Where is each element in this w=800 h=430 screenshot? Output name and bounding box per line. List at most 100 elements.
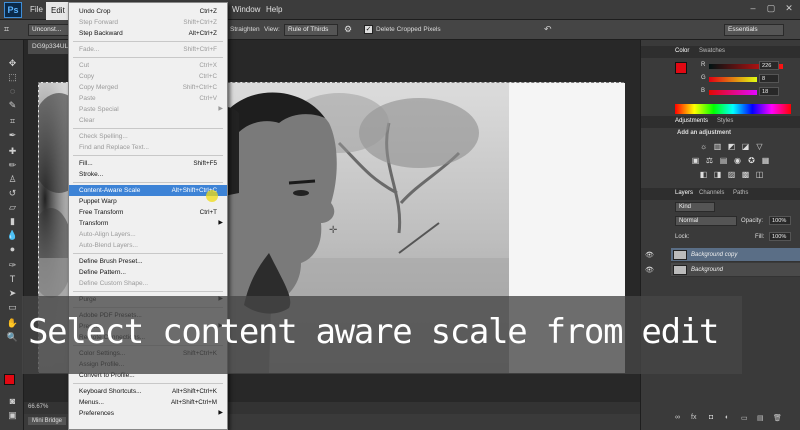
color-balance-icon[interactable]: ⚖ [705, 156, 714, 165]
edit-menu-item[interactable]: Find and Replace Text... [69, 142, 227, 153]
blend-mode-select[interactable]: Normal [675, 216, 737, 226]
menu-file[interactable]: File [30, 5, 43, 14]
edit-menu-item[interactable]: Auto-Blend Layers... [69, 240, 227, 251]
layer-style-icon[interactable]: fx [691, 414, 696, 421]
layer-row[interactable]: 👁 Background [645, 263, 800, 277]
photo-filter-icon[interactable]: ◉ [733, 156, 742, 165]
black-white-icon[interactable]: ▤ [719, 156, 728, 165]
edit-menu-item[interactable]: Copy Ctrl+C [69, 71, 227, 82]
eye-icon[interactable]: 👁 [645, 251, 654, 259]
edit-menu-item[interactable]: Auto-Align Layers... [69, 229, 227, 240]
dodge-tool-icon[interactable]: ● [6, 244, 19, 255]
brush-tool-icon[interactable]: ✏ [6, 160, 19, 171]
layer-filter-select[interactable]: Kind [675, 202, 715, 212]
edit-menu-item[interactable]: Paste Special ▶ [69, 104, 227, 115]
ratio-select[interactable]: Unconst... [28, 24, 70, 36]
history-brush-tool-icon[interactable]: ↺ [6, 188, 19, 199]
mini-bridge-tab[interactable]: Mini Bridge [28, 417, 67, 425]
tab-color[interactable]: Color [675, 48, 689, 54]
menu-window[interactable]: Window [232, 5, 260, 14]
invert-icon[interactable]: ◧ [699, 170, 708, 179]
edit-menu-item[interactable]: Menus... Alt+Shift+Ctrl+M [69, 397, 227, 408]
zoom-level[interactable]: 66.67% [28, 404, 48, 410]
layer-mask-icon[interactable]: ◘ [709, 414, 713, 421]
brightness-icon[interactable]: ☼ [699, 142, 708, 151]
edit-menu-item[interactable]: Step Backward Alt+Ctrl+Z [69, 28, 227, 39]
minimize-window-button[interactable]: – [744, 3, 762, 16]
foreground-color-swatch[interactable] [4, 374, 15, 385]
crop-tool-preset-icon[interactable]: ⌗ [4, 24, 18, 36]
channel-g-value[interactable]: 8 [759, 74, 779, 83]
edit-menu-item[interactable]: Check Spelling... [69, 131, 227, 142]
edit-menu-item[interactable]: Paste Ctrl+V [69, 93, 227, 104]
eye-icon[interactable]: 👁 [645, 266, 654, 274]
edit-menu-item[interactable]: Stroke... [69, 169, 227, 180]
opacity-value[interactable]: 100% [769, 216, 791, 225]
posterize-icon[interactable]: ◨ [713, 170, 722, 179]
channel-g-slider[interactable] [709, 77, 757, 82]
reset-icon[interactable]: ↶ [544, 24, 556, 36]
channel-b-value[interactable]: 18 [759, 87, 779, 96]
quick-mask-icon[interactable]: ◙ [6, 396, 19, 407]
gear-icon[interactable]: ⚙ [344, 24, 355, 35]
pen-tool-icon[interactable]: ✑ [6, 260, 19, 271]
new-group-icon[interactable]: ▭ [741, 414, 748, 422]
close-window-button[interactable]: ✕ [780, 3, 798, 16]
workspace-select[interactable]: Essentials [724, 24, 784, 36]
eraser-tool-icon[interactable]: ▱ [6, 202, 19, 213]
view-select[interactable]: Rule of Thirds [284, 24, 338, 36]
link-layers-icon[interactable]: ∞ [675, 414, 680, 421]
shape-tool-icon[interactable]: ▭ [6, 302, 19, 313]
layer-row[interactable]: 👁 Background copy [645, 248, 800, 262]
edit-menu-item[interactable]: Undo Crop Ctrl+Z [69, 6, 227, 17]
marquee-tool-icon[interactable]: ⬚ [6, 72, 19, 83]
edit-menu-item[interactable]: Fade... Shift+Ctrl+F [69, 44, 227, 55]
vibrance-icon[interactable]: ▽ [755, 142, 764, 151]
trash-icon[interactable]: 🗑 [773, 414, 782, 422]
edit-menu-item[interactable]: Define Brush Preset... [69, 256, 227, 267]
edit-menu-item[interactable]: Clear [69, 115, 227, 126]
menu-help[interactable]: Help [266, 5, 282, 14]
type-tool-icon[interactable]: T [6, 274, 19, 285]
tab-styles[interactable]: Styles [717, 118, 733, 124]
hue-saturation-icon[interactable]: ▣ [691, 156, 700, 165]
edit-menu-item[interactable]: Step Forward Shift+Ctrl+Z [69, 17, 227, 28]
zoom-tool-icon[interactable]: 🔍 [6, 332, 19, 343]
gradient-map-icon[interactable]: ▩ [741, 170, 750, 179]
adjustment-layer-icon[interactable]: ◐ [725, 414, 729, 421]
edit-menu-item[interactable]: Keyboard Shortcuts... Alt+Shift+Ctrl+K [69, 386, 227, 397]
edit-menu-item[interactable]: Free Transform Ctrl+T [69, 207, 227, 218]
exposure-icon[interactable]: ◪ [741, 142, 750, 151]
tab-paths[interactable]: Paths [733, 190, 748, 196]
edit-menu-item[interactable]: Copy Merged Shift+Ctrl+C [69, 82, 227, 93]
maximize-window-button[interactable]: ▢ [762, 3, 780, 16]
fill-value[interactable]: 100% [769, 232, 791, 241]
new-layer-icon[interactable]: ▤ [757, 414, 764, 422]
stamp-tool-icon[interactable]: ♙ [6, 174, 19, 185]
threshold-icon[interactable]: ▨ [727, 170, 736, 179]
foreground-color-swatch-panel[interactable] [675, 62, 687, 74]
hand-tool-icon[interactable]: ✋ [6, 318, 19, 329]
tab-layers[interactable]: Layers [675, 190, 693, 196]
edit-menu-item[interactable]: Content-Aware Scale Alt+Shift+Ctrl+C [69, 185, 227, 196]
path-select-tool-icon[interactable]: ➤ [6, 288, 19, 299]
edit-menu-item[interactable]: Transform ▶ [69, 218, 227, 229]
delete-cropped-checkbox[interactable]: ✓ [364, 25, 373, 34]
eyedropper-tool-icon[interactable]: ✒ [6, 130, 19, 141]
levels-icon[interactable]: ▥ [713, 142, 722, 151]
edit-menu-item[interactable]: Puppet Warp [69, 196, 227, 207]
edit-menu-item[interactable]: Define Pattern... [69, 267, 227, 278]
tab-channels[interactable]: Channels [699, 190, 724, 196]
edit-menu-item[interactable]: Preferences ▶ [69, 408, 227, 419]
gradient-tool-icon[interactable]: ▮ [6, 216, 19, 227]
healing-tool-icon[interactable]: ✚ [6, 146, 19, 157]
channel-mixer-icon[interactable]: ✪ [747, 156, 756, 165]
edit-menu-item[interactable]: Cut Ctrl+X [69, 60, 227, 71]
selective-color-icon[interactable]: ◫ [755, 170, 764, 179]
tab-swatches[interactable]: Swatches [699, 48, 725, 54]
edit-menu-item[interactable]: Define Custom Shape... [69, 278, 227, 289]
move-tool-icon[interactable]: ✥ [6, 58, 19, 69]
edit-menu-item[interactable]: Fill... Shift+F5 [69, 158, 227, 169]
color-spectrum-ramp[interactable] [675, 104, 791, 114]
lasso-tool-icon[interactable]: ◌ [6, 86, 19, 97]
